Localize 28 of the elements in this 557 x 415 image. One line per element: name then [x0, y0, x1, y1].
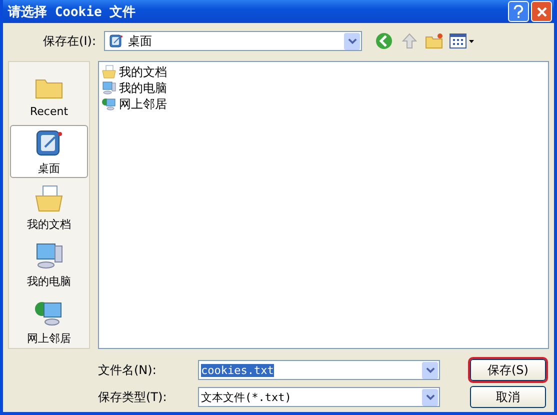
places-item[interactable]: Recent	[10, 68, 88, 122]
cancel-button[interactable]: 取消	[470, 386, 546, 408]
window-title: 请选择 Cookie 文件	[8, 4, 136, 20]
question-mark-icon	[513, 4, 524, 18]
help-button[interactable]	[508, 1, 529, 22]
places-item[interactable]: 桌面	[10, 124, 88, 178]
save-button[interactable]: 保存(S)	[470, 359, 546, 381]
save-in-dropdown[interactable]: 桌面	[104, 31, 362, 51]
places-item[interactable]: 网上邻居	[10, 294, 88, 348]
file-type-label: 保存类型(T):	[98, 388, 168, 406]
close-icon	[536, 6, 548, 18]
network-computer-icon	[101, 96, 117, 112]
new-folder-icon[interactable]	[424, 31, 444, 51]
close-button[interactable]	[531, 1, 552, 22]
file-item[interactable]: 我的电脑	[101, 80, 546, 96]
places-item[interactable]: 我的电脑	[10, 238, 88, 292]
view-menu-icon[interactable]	[449, 31, 475, 51]
documents-folder-icon	[101, 64, 117, 80]
file-type-dropdown[interactable]: 文本文件(*.txt)	[198, 387, 440, 407]
back-icon[interactable]	[374, 31, 394, 51]
save-in-label: 保存在(I):	[42, 32, 97, 50]
file-name-field[interactable]: cookies.txt	[198, 360, 440, 380]
file-item[interactable]: 我的文档	[101, 64, 546, 80]
file-item[interactable]: 网上邻居	[101, 96, 546, 112]
places-item[interactable]: 我的文档	[10, 181, 88, 235]
file-name-label: 文件名(N):	[98, 362, 158, 378]
computer-icon	[101, 80, 117, 96]
desktop-icon	[108, 33, 124, 49]
